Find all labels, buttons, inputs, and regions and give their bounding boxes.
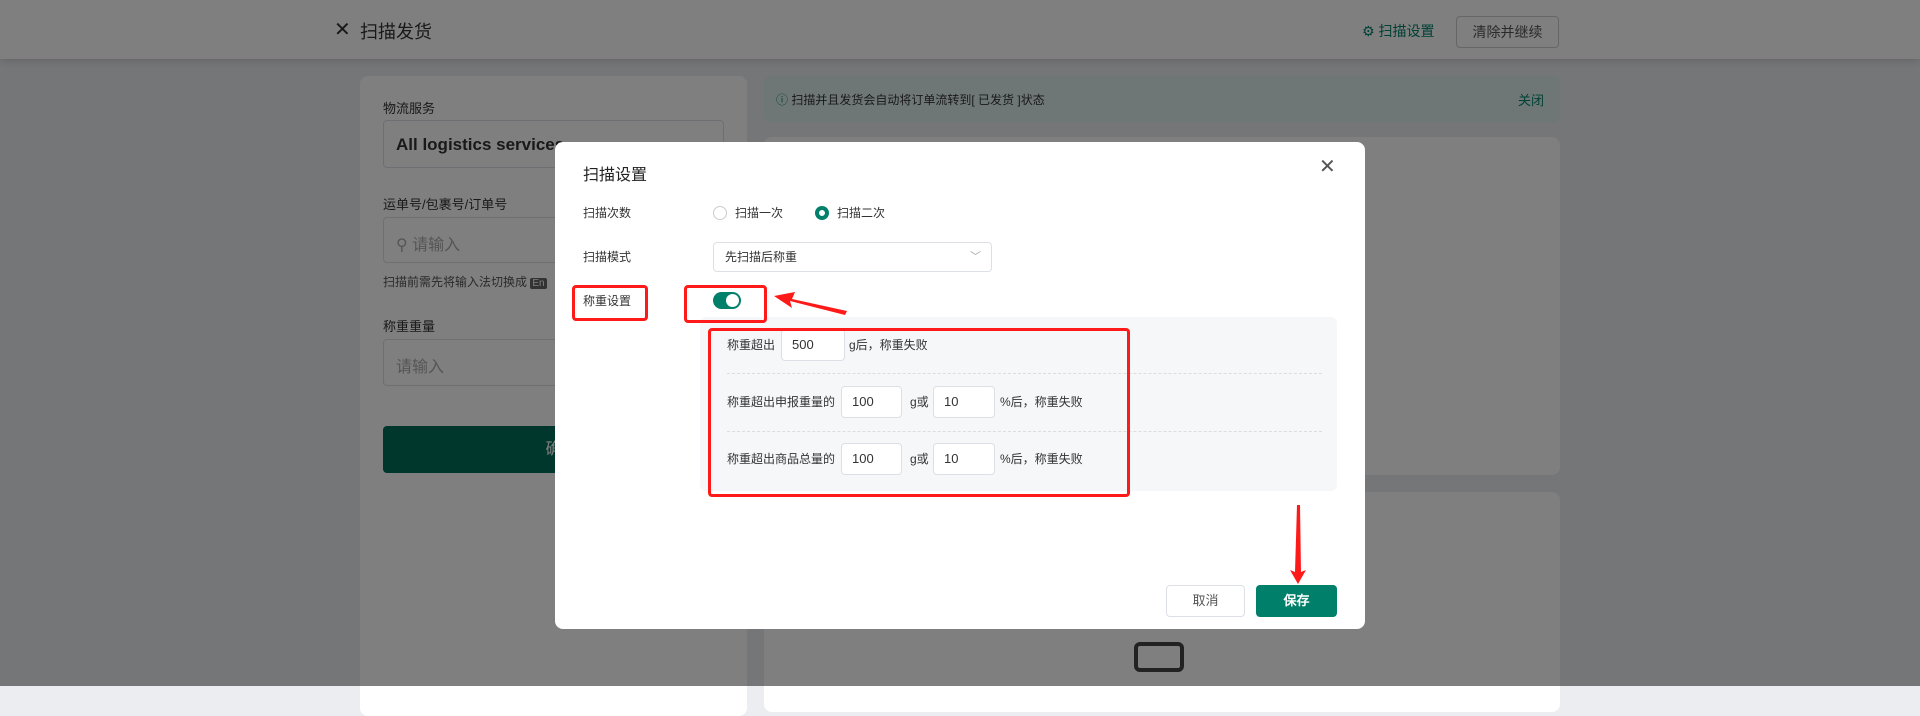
arrow-to-toggle bbox=[774, 292, 847, 315]
annotation-arrows bbox=[774, 292, 1306, 584]
arrow-to-save bbox=[1290, 505, 1306, 584]
